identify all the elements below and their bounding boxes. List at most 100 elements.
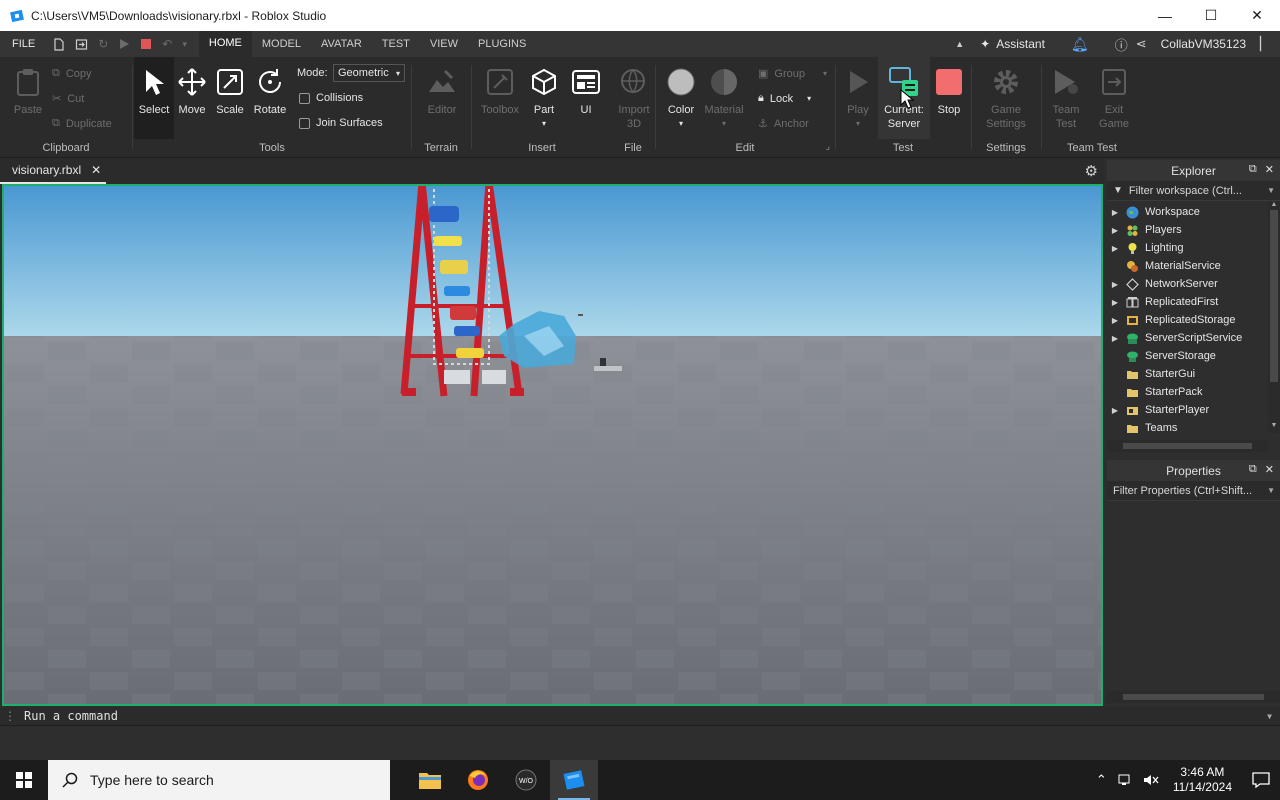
close-properties-icon[interactable]: ✕ (1265, 463, 1274, 476)
expand-arrow-icon[interactable]: ▶ (1107, 298, 1123, 307)
tree-item-starterplayer[interactable]: ▶ StarterPlayer (1107, 401, 1280, 419)
minimize-button[interactable]: — (1142, 0, 1188, 31)
join-surfaces-toggle[interactable]: Join Surfaces (299, 117, 383, 129)
color-button[interactable]: Color ▾ (662, 65, 700, 131)
play-dropdown-icon[interactable]: ▾ (856, 117, 860, 131)
tree-item-starterpack[interactable]: StarterPack (1107, 383, 1280, 401)
tree-item-teams[interactable]: Teams (1107, 419, 1280, 437)
rotate-tool-button[interactable]: Rotate (250, 65, 290, 117)
tree-item-players[interactable]: ▶ Players (1107, 221, 1280, 239)
duplicate-button[interactable]: ⧉ Duplicate (52, 117, 112, 130)
hscroll-thumb[interactable] (1123, 443, 1252, 449)
tree-item-replicatedfirst[interactable]: ▶ ReplicatedFirst (1107, 293, 1280, 311)
properties-horizontal-scrollbar[interactable] (1107, 691, 1280, 703)
tree-item-networkserver[interactable]: ▶ NetworkServer (1107, 275, 1280, 293)
copy-button[interactable]: ⧉ Copy (52, 67, 92, 80)
lock-dropdown-icon[interactable]: ▾ (807, 94, 811, 103)
expand-arrow-icon[interactable]: ▶ (1107, 244, 1123, 253)
redo-icon[interactable]: ↻ (98, 37, 108, 51)
material-button[interactable]: Material ▾ (702, 65, 746, 131)
file-menu[interactable]: FILE (0, 38, 47, 50)
collapse-ribbon-icon[interactable]: ▲ (955, 39, 964, 49)
mode-select[interactable]: Geometric ▾ (333, 64, 405, 82)
taskbar-app-3[interactable]: W/O (502, 760, 550, 800)
team-test-button[interactable]: Team Test (1046, 65, 1086, 131)
collisions-checkbox[interactable] (299, 92, 310, 104)
taskbar-roblox-studio[interactable] (550, 760, 598, 800)
import-3d-button[interactable]: Import 3D (614, 65, 654, 131)
cut-button[interactable]: ✂ Cut (52, 92, 84, 106)
start-button[interactable] (0, 760, 48, 800)
tab-view[interactable]: VIEW (420, 31, 468, 57)
tree-item-lighting[interactable]: ▶ Lighting (1107, 239, 1280, 257)
open-file-icon[interactable] (75, 38, 88, 51)
filter-dropdown-icon[interactable]: ▼ (1267, 186, 1275, 195)
toolbox-button[interactable]: Toolbox (478, 65, 522, 117)
exit-game-button[interactable]: Exit Game (1094, 65, 1134, 131)
maximize-button[interactable]: ☐ (1188, 0, 1234, 31)
undock-icon[interactable]: ⧉ (1249, 163, 1257, 176)
notifications-icon[interactable] (1252, 772, 1270, 788)
tab-test[interactable]: TEST (372, 31, 420, 57)
close-tab-icon[interactable]: ✕ (91, 163, 101, 177)
tab-avatar[interactable]: AVATAR (311, 31, 372, 57)
scroll-down-icon[interactable]: ▼ (1268, 422, 1280, 429)
paste-button[interactable]: Paste (8, 65, 48, 117)
tree-item-serverscriptservice[interactable]: ▶ ServerScriptService (1107, 329, 1280, 347)
tree-item-replicatedstorage[interactable]: ▶ ReplicatedStorage (1107, 311, 1280, 329)
expand-arrow-icon[interactable]: ▶ (1107, 280, 1123, 289)
explorer-vertical-scrollbar[interactable]: ▲ ▼ (1268, 201, 1280, 433)
ui-button[interactable]: UI (568, 65, 604, 117)
lock-button[interactable]: 🔒︎ Lock ▾ (758, 92, 811, 105)
tree-item-startergui[interactable]: StarterGui (1107, 365, 1280, 383)
expand-arrow-icon[interactable]: ▶ (1107, 226, 1123, 235)
new-file-icon[interactable] (53, 37, 65, 51)
expand-arrow-icon[interactable]: ▶ (1107, 208, 1123, 217)
taskbar-search-box[interactable]: Type here to search (48, 760, 390, 800)
scroll-up-icon[interactable]: ▲ (1268, 201, 1280, 208)
customize-dropdown-icon[interactable]: ▾ (182, 39, 187, 50)
play-button[interactable]: Play ▾ (838, 65, 878, 131)
filter-dropdown-icon[interactable]: ▼ (1267, 486, 1275, 495)
help-icon[interactable]: ⓘ (1115, 35, 1128, 54)
tab-home[interactable]: HOME (198, 31, 252, 57)
explorer-horizontal-scrollbar[interactable] (1107, 440, 1268, 452)
tab-plugins[interactable]: PLUGINS (468, 31, 536, 57)
taskbar-file-explorer[interactable] (406, 760, 454, 800)
tree-item-workspace[interactable]: ▶ Workspace (1107, 203, 1280, 221)
notification-bell-icon[interactable]: 🔔︎ (1071, 36, 1089, 53)
play-small-icon[interactable] (118, 38, 130, 50)
tree-item-serverstorage[interactable]: ServerStorage (1107, 347, 1280, 365)
undo-icon[interactable]: ↶ (162, 37, 172, 51)
join-surfaces-checkbox[interactable] (299, 117, 310, 129)
hscroll-thumb[interactable] (1123, 694, 1264, 700)
network-icon[interactable] (1117, 773, 1133, 787)
scroll-thumb[interactable] (1270, 210, 1278, 382)
tray-chevron-up-icon[interactable]: ⌃ (1096, 772, 1107, 788)
share-icon[interactable]: ⋖ (1136, 36, 1147, 52)
stop-small-icon[interactable] (140, 38, 152, 50)
document-tab[interactable]: visionary.rbxl ✕ (0, 158, 106, 184)
close-button[interactable]: ✕ (1234, 0, 1280, 31)
taskbar-firefox[interactable] (454, 760, 502, 800)
tab-model[interactable]: MODEL (252, 31, 311, 57)
close-explorer-icon[interactable]: ✕ (1265, 163, 1274, 176)
part-button[interactable]: Part ▾ (524, 65, 564, 131)
undock-icon[interactable]: ⧉ (1249, 463, 1257, 476)
anchor-button[interactable]: ⚓︎ Anchor (758, 117, 809, 131)
expand-arrow-icon[interactable]: ▶ (1107, 406, 1123, 415)
system-clock[interactable]: 3:46 AM 11/14/2024 (1173, 765, 1232, 795)
material-dropdown-icon[interactable]: ▾ (722, 117, 726, 131)
collisions-toggle[interactable]: Collisions (299, 92, 363, 104)
edit-expand-icon[interactable]: ⌟ (826, 141, 830, 152)
stop-button[interactable]: Stop (930, 65, 968, 117)
terrain-editor-button[interactable]: Editor (422, 65, 462, 117)
user-name[interactable]: CollabVM35123 (1161, 37, 1246, 51)
select-tool-button[interactable]: Select (134, 57, 174, 139)
properties-filter-input[interactable]: Filter Properties (Ctrl+Shift... ▼ (1107, 481, 1280, 501)
move-tool-button[interactable]: Move (174, 65, 210, 117)
part-dropdown-icon[interactable]: ▾ (542, 117, 546, 131)
command-dropdown-icon[interactable]: ▼ (1267, 712, 1272, 721)
command-bar[interactable]: ⋮ Run a command ▼ (0, 707, 1280, 726)
volume-muted-icon[interactable] (1143, 773, 1159, 787)
